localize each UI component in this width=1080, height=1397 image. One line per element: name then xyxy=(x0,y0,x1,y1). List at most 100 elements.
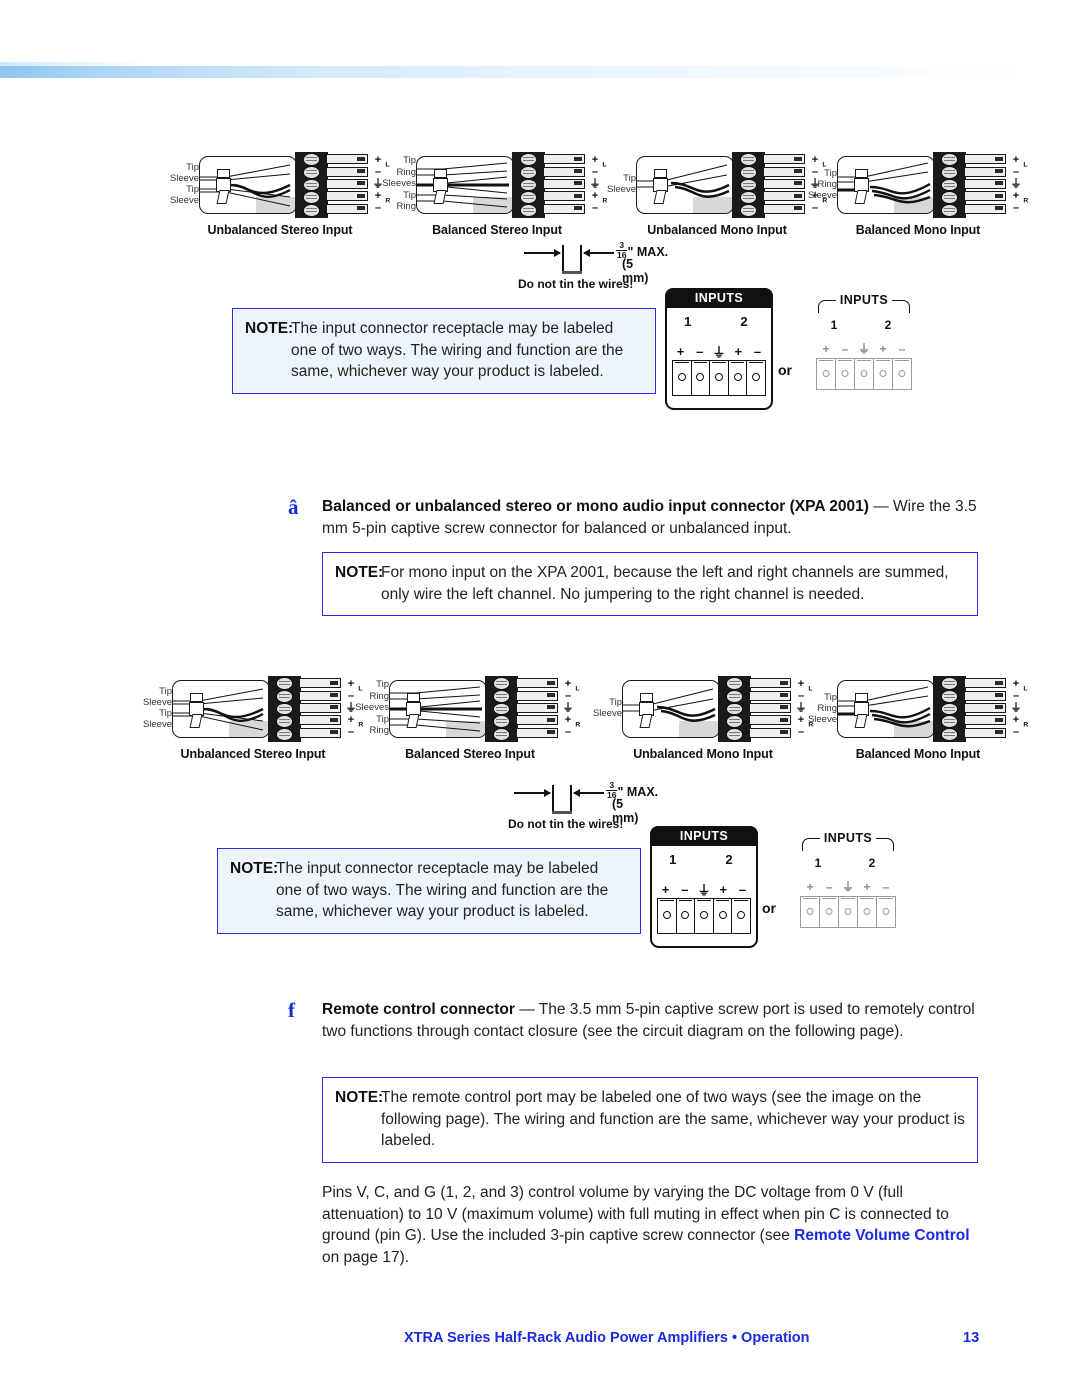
note-box-input-receptacle-1: NOTE:The input connector receptacle may … xyxy=(232,308,656,394)
wire-label: Sleeves xyxy=(382,178,416,190)
channel-numbers: 1 2 xyxy=(814,318,914,336)
polarity-mark: – xyxy=(882,879,890,894)
polarity-mark: – xyxy=(738,881,747,897)
polarity-mark: – xyxy=(696,343,704,359)
diagram-caption: Balanced Stereo Input xyxy=(405,747,535,761)
polarity-mark: – xyxy=(681,881,689,897)
polarity-mark: ⏚ xyxy=(1010,178,1022,190)
note-lead: NOTE: xyxy=(230,860,279,877)
section-bullet-f-icon: f xyxy=(288,998,295,1022)
strain-relief-clamp xyxy=(216,169,231,204)
wire-labels: Tip Sleeve Tip Sleeve xyxy=(128,672,172,744)
polarity-mark: + xyxy=(564,678,572,690)
inputs-receptacle-dark-1: INPUTS 1 2 + – ⏚ + – xyxy=(665,288,773,410)
inputs-receptacle-light-2: INPUTS 1 2 + – ⏚ + – xyxy=(798,831,898,932)
plug-housing xyxy=(199,156,297,214)
wire-label: Tip xyxy=(824,691,837,703)
channel-numbers: 1 2 xyxy=(652,852,756,870)
terminal-cells xyxy=(657,898,751,934)
screw-terminal-block xyxy=(268,676,301,742)
wire-labels: Tip Sleeve Tip Sleeve xyxy=(155,148,199,220)
polarity-mark: + xyxy=(1012,154,1020,166)
wire-label: Ring xyxy=(396,166,416,178)
polarity-mark: + xyxy=(1012,714,1020,726)
note-box-remote-control: NOTE:The remote control port may be labe… xyxy=(322,1077,978,1163)
wire-label: Tip xyxy=(824,167,837,179)
remote-volume-control-link[interactable]: Remote Volume Control xyxy=(794,1227,969,1244)
receptacle-title: INPUTS xyxy=(665,288,773,308)
connector-figure: Tip Ring Sleeves Tip Ring + – ⏚ + – L R xyxy=(345,672,595,744)
polarity-mark: ⏚ xyxy=(1010,702,1022,714)
polarity-mark: ⏚ xyxy=(712,344,726,360)
polarity-mark: + xyxy=(676,343,685,359)
channel-numbers: 1 2 xyxy=(798,856,898,874)
channel-number: 1 xyxy=(684,314,692,329)
channel-number: 2 xyxy=(740,314,748,329)
channel-number: 1 xyxy=(669,852,677,867)
polarity-mark: – xyxy=(898,341,906,356)
wire-label: Sleeve xyxy=(142,719,172,730)
note-box-mono-input: NOTE:For mono input on the XPA 2001, bec… xyxy=(322,552,978,616)
plug-housing xyxy=(622,680,720,738)
polarity-mark: ⏚ xyxy=(562,702,574,714)
connector-diagram-unbalanced-stereo-1: Tip Sleeve Tip Sleeve + – ⏚ + – L R Unba… xyxy=(155,148,405,237)
connector-figure: Tip Ring Sleeve + – ⏚ + – L R xyxy=(793,148,1043,220)
channel-numbers: 1 2 xyxy=(667,314,771,332)
strip-warning: Do not tin the wires! xyxy=(508,817,624,831)
wire-bundle-icon xyxy=(173,688,264,731)
section-body: Balanced or unbalanced stereo or mono au… xyxy=(288,496,980,539)
connector-diagram-row-1: Tip Sleeve Tip Sleeve + – ⏚ + – L R Unba… xyxy=(0,148,1080,248)
polarity-mark: – xyxy=(1012,690,1020,702)
pin-strip xyxy=(299,676,341,740)
polarity-mark: + xyxy=(879,341,887,356)
polarity-mark: + xyxy=(806,879,814,894)
wire-label: Tip xyxy=(159,708,172,719)
wire-labels: Tip Sleeve xyxy=(592,148,636,220)
section-bullet-a-icon: â xyxy=(288,495,299,519)
polarity-mark: – xyxy=(1012,726,1020,738)
plug-housing xyxy=(636,156,734,214)
diagram-caption: Unbalanced Stereo Input xyxy=(180,747,326,761)
terminal-cells xyxy=(800,896,896,928)
wire-labels: Tip Ring Sleeve xyxy=(793,148,837,220)
header-gradient-rule xyxy=(0,62,1080,78)
polarity-mark: + xyxy=(564,714,572,726)
strain-relief-clamp xyxy=(433,169,448,204)
channel-marks: L R xyxy=(1022,152,1036,216)
diagram-caption: Balanced Mono Input xyxy=(855,223,981,237)
section-body: Remote control connector — The 3.5 mm 5-… xyxy=(288,999,988,1042)
wire-label: Tip xyxy=(609,697,622,708)
polarity-mark: – xyxy=(564,726,572,738)
polarity-mark: ⏚ xyxy=(841,880,854,894)
polarity-mark: – xyxy=(564,690,572,702)
strain-relief-clamp xyxy=(854,693,869,728)
wire-label: Sleeve xyxy=(606,184,636,195)
wire-label: Tip xyxy=(376,713,389,725)
wire-bundle-icon xyxy=(637,164,730,198)
channel-label-left: L xyxy=(1023,160,1028,169)
wire-strip-spec-2: 3 16 " MAX. (5 mm) Do not tin the wires! xyxy=(508,781,658,832)
pin-strip xyxy=(964,676,1006,740)
footer-title: XTRA Series Half-Rack Audio Power Amplif… xyxy=(404,1330,810,1346)
channel-number: 2 xyxy=(884,318,892,332)
strain-relief-clamp xyxy=(189,693,204,728)
terminal-cells xyxy=(672,360,766,396)
polarity-mark: + xyxy=(1012,678,1020,690)
channel-number: 1 xyxy=(830,318,838,332)
note-text: The remote control port may be labeled o… xyxy=(381,1089,965,1149)
polarity-mark: – xyxy=(753,343,762,359)
screw-terminal-block xyxy=(718,676,751,742)
wire-label: Sleeve xyxy=(169,173,199,184)
polarity-mark: – xyxy=(841,341,849,356)
connector-diagram-balanced-stereo-1: Tip Ring Sleeves Tip Ring + – ⏚ + – L R … xyxy=(372,148,622,237)
pin-strip xyxy=(326,152,368,216)
pin-strip xyxy=(749,676,791,740)
wire-label: Sleeve xyxy=(169,195,199,206)
wire-label: Tip xyxy=(376,679,389,691)
connector-diagram-unbalanced-stereo-2: Tip Sleeve Tip Sleeve + – ⏚ + – L R Unba… xyxy=(128,672,378,761)
wire-labels: Tip Sleeve xyxy=(578,672,622,744)
screw-terminal-block xyxy=(732,152,765,218)
pin-strip xyxy=(964,152,1006,216)
plug-housing xyxy=(389,680,487,738)
section-dash: — xyxy=(868,498,894,515)
